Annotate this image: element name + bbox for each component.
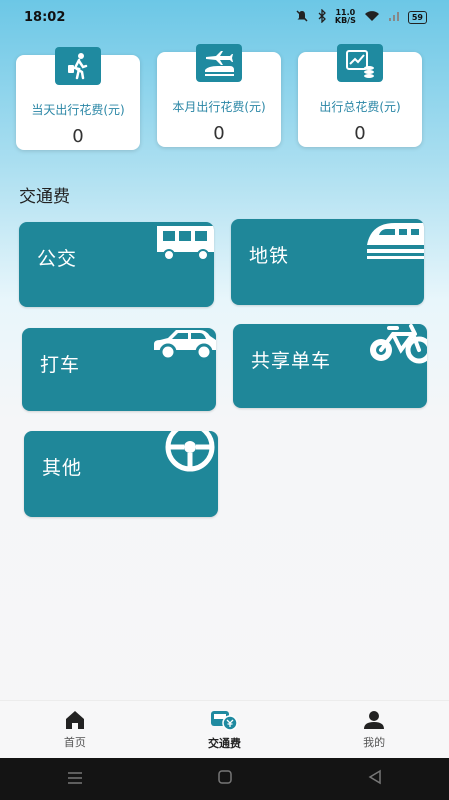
bottom-nav: 首页 交通费 我的 [0, 700, 449, 758]
home-button-icon[interactable] [217, 769, 233, 789]
wifi-icon [364, 10, 380, 25]
nav-label-transport: 交通费 [207, 736, 241, 750]
stat-value-total: 0 [354, 123, 366, 144]
bicycle-icon [370, 324, 427, 364]
system-nav-bar [0, 758, 449, 800]
transport-fee-icon [211, 710, 239, 731]
back-icon[interactable] [368, 769, 382, 789]
status-bar: 18:02 11.0 KB/S 59 [0, 0, 449, 34]
category-label-other: 其他 [42, 457, 83, 479]
car-icon [154, 330, 216, 361]
walking-traveler-icon [55, 47, 101, 85]
category-label-bus: 公交 [37, 248, 78, 270]
category-tile-other[interactable]: 其他 [24, 431, 218, 517]
bus-icon [157, 226, 214, 261]
plane-train-icon [196, 44, 242, 82]
category-label-taxi: 打车 [40, 354, 81, 376]
network-speed: 11.0 KB/S [335, 9, 356, 25]
status-time: 18:02 [24, 9, 66, 25]
stat-card-today: 当天出行花费(元) 0 [16, 47, 140, 150]
category-tile-taxi[interactable]: 打车 [22, 328, 216, 411]
stat-card-month: 本月出行花费(元) 0 [157, 44, 281, 147]
stat-label-month: 本月出行花费(元) [172, 100, 266, 114]
stat-label-total: 出行总花费(元) [319, 100, 401, 114]
mute-icon [295, 9, 309, 26]
bluetooth-icon [317, 7, 327, 26]
battery-indicator: 59 [407, 10, 427, 24]
status-icons: 11.0 KB/S 59 [295, 7, 427, 26]
steering-wheel-icon [165, 431, 215, 472]
category-tile-bike[interactable]: 共享单车 [233, 324, 427, 408]
stat-value-today: 0 [72, 126, 84, 147]
menu-icon[interactable] [67, 770, 83, 789]
network-speed-unit: KB/S [334, 16, 356, 25]
category-tile-metro[interactable]: 地铁 [231, 219, 424, 305]
nav-item-mine[interactable]: 我的 [314, 710, 434, 750]
stat-label-today: 当天出行花费(元) [31, 103, 125, 117]
signal-icon [388, 10, 400, 25]
category-tile-bus[interactable]: 公交 [19, 222, 214, 307]
category-label-metro: 地铁 [249, 245, 290, 267]
chart-coins-icon [337, 44, 383, 82]
nav-label-mine: 我的 [363, 735, 386, 749]
stat-card-total: 出行总花费(元) 0 [298, 44, 422, 147]
nav-label-home: 首页 [63, 735, 86, 749]
category-label-bike: 共享单车 [251, 350, 332, 372]
nav-item-transport[interactable]: 交通费 [164, 709, 284, 751]
metro-train-icon [367, 223, 424, 259]
section-title: 交通费 [19, 187, 70, 207]
stat-value-month: 0 [213, 123, 225, 144]
user-icon [364, 710, 385, 729]
home-icon [65, 710, 84, 729]
nav-item-home[interactable]: 首页 [15, 710, 135, 750]
